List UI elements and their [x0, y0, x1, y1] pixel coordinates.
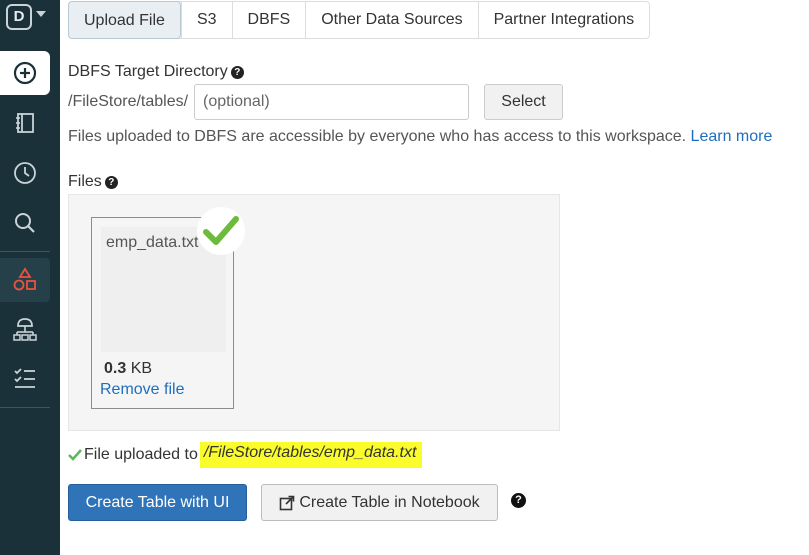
sidebar-divider — [0, 407, 50, 408]
tab-upload-file[interactable]: Upload File — [68, 1, 181, 39]
target-directory-label: DBFS Target Directory? — [68, 63, 244, 81]
remove-file-link[interactable]: Remove file — [100, 381, 184, 399]
file-size: 0.3 KB — [104, 360, 152, 378]
sidebar-item-recents[interactable] — [0, 151, 50, 195]
file-size-value: 0.3 — [104, 360, 127, 377]
create-table-notebook-label: Create Table in Notebook — [299, 493, 480, 511]
file-dropzone[interactable]: emp_data.txt 0.3 KB Remove file — [68, 194, 560, 431]
search-icon — [15, 213, 35, 233]
workspace-logo-menu[interactable]: D — [4, 2, 52, 32]
select-button[interactable]: Select — [484, 84, 563, 120]
upload-status-text: File uploaded to — [84, 446, 198, 463]
help-icon[interactable]: ? — [511, 493, 526, 508]
file-name: emp_data.txt — [106, 234, 199, 251]
uploaded-file-path: /FileStore/tables/emp_data.txt — [199, 442, 423, 468]
logo: D — [6, 4, 32, 30]
tab-other-data-sources[interactable]: Other Data Sources — [305, 2, 477, 38]
help-icon[interactable]: ? — [230, 66, 244, 79]
tab-s3[interactable]: S3 — [180, 2, 232, 38]
help-icon[interactable]: ? — [104, 176, 118, 189]
sidebar-item-workspace[interactable] — [0, 101, 50, 145]
sidebar-item-clusters[interactable] — [0, 307, 50, 351]
sidebar: D — [0, 0, 60, 555]
source-tabs: Upload File S3 DBFS Other Data Sources P… — [68, 1, 651, 39]
workspace-icon — [16, 113, 34, 133]
files-label-text: Files — [68, 173, 102, 190]
learn-more-link[interactable]: Learn more — [691, 128, 773, 145]
sidebar-item-search[interactable] — [0, 201, 50, 245]
target-directory-label-text: DBFS Target Directory — [68, 63, 228, 80]
create-table-ui-button[interactable]: Create Table with UI — [68, 484, 247, 521]
sidebar-divider — [0, 251, 50, 252]
files-label: Files? — [68, 173, 118, 191]
info-text: Files uploaded to DBFS are accessible by… — [68, 128, 687, 145]
tab-partner-integrations[interactable]: Partner Integrations — [477, 2, 650, 38]
sidebar-item-create[interactable] — [0, 51, 50, 95]
upload-status: File uploaded to /FileStore/tables/emp_d… — [68, 442, 423, 468]
external-link-icon — [280, 495, 295, 510]
sidebar-item-data[interactable] — [0, 258, 50, 302]
upload-success-badge — [197, 207, 245, 255]
file-size-unit: KB — [130, 360, 153, 377]
create-plus-icon — [13, 61, 37, 85]
directory-prefix: /FileStore/tables/ — [68, 93, 189, 110]
target-directory-input[interactable] — [194, 84, 469, 120]
jobs-checklist-icon — [14, 368, 35, 388]
success-check-icon — [68, 449, 82, 461]
tab-dbfs[interactable]: DBFS — [231, 2, 306, 38]
create-table-notebook-button[interactable]: Create Table in Notebook — [261, 484, 498, 521]
chevron-down-icon — [36, 11, 46, 17]
dbfs-access-info: Files uploaded to DBFS are accessible by… — [68, 128, 772, 146]
sidebar-item-jobs[interactable] — [0, 357, 50, 401]
checkmark-icon — [203, 216, 239, 245]
recents-clock-icon — [14, 162, 36, 184]
file-card: emp_data.txt 0.3 KB Remove file — [91, 207, 245, 409]
data-shapes-icon — [13, 267, 36, 291]
clusters-icon — [13, 318, 37, 341]
